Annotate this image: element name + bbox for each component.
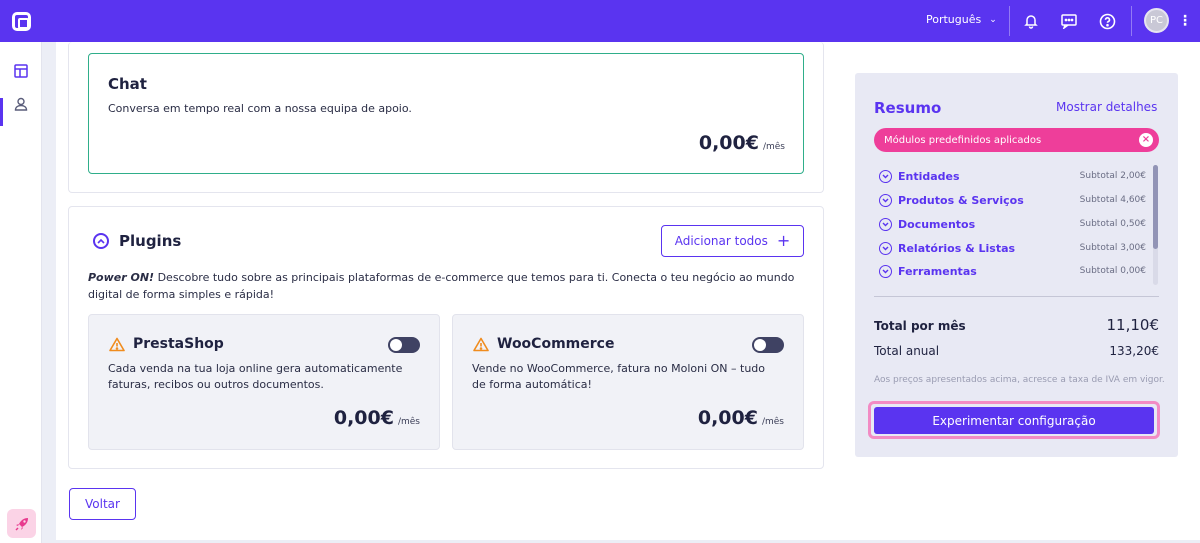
annual-total-row: Total anual 133,20€ <box>874 344 1159 358</box>
plugins-description-text: Descobre tudo sobre as principais plataf… <box>88 271 795 301</box>
add-all-label: Adicionar todos <box>674 234 768 248</box>
plugins-description-highlight: Power ON! <box>88 271 155 284</box>
plugin-price: 0,00€ /mês <box>698 407 784 429</box>
module-name: Relatórios & Listas <box>898 241 1016 255</box>
user-icon[interactable] <box>11 94 31 114</box>
more-menu-icon[interactable]: ⋮ <box>1178 10 1192 32</box>
price-amount: 0,00€ <box>697 407 758 429</box>
plugin-name: PrestaShop <box>133 336 224 352</box>
chevron-down-icon <box>879 217 892 231</box>
app-logo[interactable] <box>0 0 42 42</box>
price-unit: /mês <box>761 417 784 427</box>
chat-module[interactable]: Chat Conversa em tempo real com a nossa … <box>88 53 804 174</box>
chat-title: Chat <box>108 75 147 93</box>
help-icon[interactable] <box>1096 10 1118 32</box>
summary-module-row[interactable]: Ferramentas Subtotal 0,00€ <box>879 262 1146 280</box>
plugin-header: PrestaShop <box>109 336 224 352</box>
plugins-header[interactable]: Plugins <box>93 232 181 250</box>
close-icon[interactable]: × <box>1139 133 1153 147</box>
module-subtotal: Subtotal 4,60€ <box>1079 195 1146 205</box>
plugin-description: Vende no WooCommerce, fatura no Moloni O… <box>472 362 766 391</box>
annual-total-label: Total anual <box>874 344 940 358</box>
module-subtotal: Subtotal 0,00€ <box>1079 266 1146 276</box>
monthly-total-row: Total por mês 11,10€ <box>874 316 1159 334</box>
price-amount: 0,00€ <box>333 407 394 429</box>
plugin-toggle[interactable] <box>388 337 420 353</box>
try-configuration-button[interactable]: Experimentar configuração <box>874 407 1154 434</box>
add-all-button[interactable]: Adicionar todos + <box>661 225 804 257</box>
language-selector[interactable]: Português ⌄ <box>926 13 997 26</box>
module-subtotal: Subtotal 2,00€ <box>1079 171 1146 181</box>
chat-price: 0,00€ /mês <box>699 132 785 154</box>
chevron-up-icon[interactable] <box>93 233 109 249</box>
chevron-down-icon <box>879 241 892 255</box>
summary-module-row[interactable]: Entidades Subtotal 2,00€ <box>879 167 1146 185</box>
monthly-total-value: 11,10€ <box>1106 316 1160 334</box>
plugins-title: Plugins <box>119 232 182 250</box>
price-unit: /mês <box>762 142 785 152</box>
module-name: Entidades <box>898 169 960 183</box>
chevron-down-icon: ⌄ <box>989 14 997 25</box>
summary-title: Resumo <box>874 99 942 117</box>
summary-module-row[interactable]: Produtos & Serviços Subtotal 4,60€ <box>879 191 1146 209</box>
warning-icon <box>109 337 125 351</box>
plugins-description: Power ON! Descobre tudo sobre as princip… <box>88 269 804 303</box>
chat-description: Conversa em tempo real com a nossa equip… <box>108 102 412 115</box>
divider <box>1131 6 1132 36</box>
annual-total-value: 133,20€ <box>1109 344 1159 358</box>
price-unit: /mês <box>397 417 420 427</box>
language-label: Português <box>926 13 982 26</box>
bell-icon[interactable] <box>1020 10 1042 32</box>
plus-icon: + <box>776 231 791 250</box>
layout-icon[interactable] <box>11 61 31 81</box>
scrollbar-thumb[interactable] <box>1153 165 1158 249</box>
plugin-card-woocommerce: WooCommerce Vende no WooCommerce, fatura… <box>452 314 804 450</box>
top-bar: Português ⌄ PC ⋮ <box>0 0 1200 42</box>
avatar[interactable]: PC <box>1144 8 1169 33</box>
plugin-description: Cada venda na tua loja online gera autom… <box>108 362 403 391</box>
preset-modules-badge: Módulos predefinidos aplicados × <box>874 128 1159 152</box>
left-rail <box>0 42 42 543</box>
plugin-name: WooCommerce <box>497 336 615 352</box>
divider <box>1009 6 1010 36</box>
module-name: Ferramentas <box>898 264 977 278</box>
price-amount: 0,00€ <box>698 132 759 154</box>
summary-module-row[interactable]: Relatórios & Listas Subtotal 3,00€ <box>879 239 1146 257</box>
rocket-icon[interactable] <box>7 509 36 538</box>
show-details-link[interactable]: Mostrar detalhes <box>1056 100 1157 114</box>
module-subtotal: Subtotal 3,00€ <box>1079 243 1146 253</box>
module-name: Documentos <box>898 217 976 231</box>
vat-note: Aos preços apresentados acima, acresce a… <box>874 375 1165 385</box>
chevron-down-icon <box>879 193 892 207</box>
plugin-price: 0,00€ /mês <box>334 407 420 429</box>
badge-label: Módulos predefinidos aplicados <box>884 134 1042 146</box>
plugin-toggle[interactable] <box>752 337 784 353</box>
monthly-total-label: Total por mês <box>874 319 966 333</box>
warning-icon <box>473 337 489 351</box>
summary-module-row[interactable]: Documentos Subtotal 0,50€ <box>879 215 1146 233</box>
module-name: Produtos & Serviços <box>898 193 1024 207</box>
summary-panel: Resumo Mostrar detalhes Módulos predefin… <box>855 73 1178 457</box>
chat-icon[interactable] <box>1058 10 1080 32</box>
plugin-card-prestashop: PrestaShop Cada venda na tua loja online… <box>88 314 440 450</box>
module-subtotal: Subtotal 0,50€ <box>1079 219 1146 229</box>
divider <box>874 296 1159 297</box>
chevron-down-icon <box>879 264 892 278</box>
plugin-header: WooCommerce <box>473 336 614 352</box>
back-button[interactable]: Voltar <box>69 488 136 520</box>
chevron-down-icon <box>879 169 892 183</box>
active-indicator <box>0 98 3 126</box>
